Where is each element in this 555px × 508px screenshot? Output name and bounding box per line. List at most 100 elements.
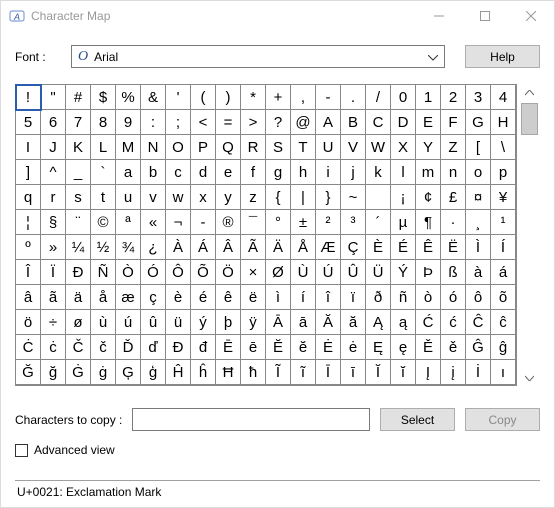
character-cell[interactable]: I	[16, 135, 41, 160]
character-cell[interactable]: Ĉ	[466, 310, 491, 335]
character-cell[interactable]: ¨	[66, 210, 91, 235]
character-cell[interactable]: K	[66, 135, 91, 160]
character-cell[interactable]: ó	[441, 285, 466, 310]
character-cell[interactable]: s	[66, 185, 91, 210]
character-cell[interactable]: :	[141, 110, 166, 135]
character-cell[interactable]: ×	[241, 260, 266, 285]
character-cell[interactable]: ø	[66, 310, 91, 335]
character-cell[interactable]: ¬	[166, 210, 191, 235]
character-cell[interactable]: ï	[341, 285, 366, 310]
character-cell[interactable]: f	[241, 160, 266, 185]
character-cell[interactable]: )	[216, 85, 241, 110]
character-cell[interactable]: Ï	[41, 260, 66, 285]
character-cell[interactable]: P	[191, 135, 216, 160]
character-cell[interactable]: ;	[166, 110, 191, 135]
character-cell[interactable]: ¡	[391, 185, 416, 210]
character-cell[interactable]: e	[216, 160, 241, 185]
scroll-thumb[interactable]	[521, 103, 538, 135]
character-cell[interactable]: *	[241, 85, 266, 110]
character-cell[interactable]: ĉ	[491, 310, 516, 335]
character-cell[interactable]: ą	[391, 310, 416, 335]
character-cell[interactable]: í	[291, 285, 316, 310]
character-cell[interactable]: $	[91, 85, 116, 110]
character-cell[interactable]: Ĩ	[266, 360, 291, 385]
character-cell[interactable]: î	[316, 285, 341, 310]
character-cell[interactable]: ē	[241, 335, 266, 360]
character-cell[interactable]: å	[91, 285, 116, 310]
character-cell[interactable]: G	[466, 110, 491, 135]
character-cell[interactable]: (	[191, 85, 216, 110]
character-cell[interactable]: Ã	[241, 235, 266, 260]
character-cell[interactable]: ^	[41, 160, 66, 185]
character-cell[interactable]: ģ	[141, 360, 166, 385]
scroll-up-icon[interactable]	[521, 84, 538, 101]
character-cell[interactable]: ÿ	[241, 310, 266, 335]
character-cell[interactable]: 7	[66, 110, 91, 135]
copy-button[interactable]: Copy	[465, 408, 540, 431]
scroll-down-icon[interactable]	[521, 369, 538, 386]
character-cell[interactable]: w	[166, 185, 191, 210]
character-cell[interactable]: Ê	[416, 235, 441, 260]
character-cell[interactable]: é	[191, 285, 216, 310]
character-cell[interactable]: N	[141, 135, 166, 160]
character-cell[interactable]: x	[191, 185, 216, 210]
character-cell[interactable]: ]	[16, 160, 41, 185]
character-cell[interactable]: S	[266, 135, 291, 160]
character-cell[interactable]: %	[116, 85, 141, 110]
character-cell[interactable]: Å	[291, 235, 316, 260]
character-cell[interactable]: ¦	[16, 210, 41, 235]
character-cell[interactable]: Į	[416, 360, 441, 385]
character-cell[interactable]: C	[366, 110, 391, 135]
character-cell[interactable]: u	[116, 185, 141, 210]
character-cell[interactable]: B	[341, 110, 366, 135]
character-cell[interactable]: ė	[341, 335, 366, 360]
character-cell[interactable]: 8	[91, 110, 116, 135]
character-cell[interactable]: ?	[266, 110, 291, 135]
character-grid[interactable]: !"#$%&'()*+,-./0123456789:;<=>?@ABCDEFGH…	[15, 84, 517, 386]
character-cell[interactable]: ċ	[41, 335, 66, 360]
character-cell[interactable]: j	[341, 160, 366, 185]
character-cell[interactable]: i	[316, 160, 341, 185]
character-cell[interactable]: \	[491, 135, 516, 160]
character-cell[interactable]: 3	[466, 85, 491, 110]
character-cell[interactable]: Á	[191, 235, 216, 260]
character-cell[interactable]: ½	[91, 235, 116, 260]
character-cell[interactable]: Ð	[66, 260, 91, 285]
character-cell[interactable]: V	[341, 135, 366, 160]
character-cell[interactable]: &	[141, 85, 166, 110]
character-cell[interactable]: _	[66, 160, 91, 185]
character-cell[interactable]: T	[291, 135, 316, 160]
character-cell[interactable]: Ô	[166, 260, 191, 285]
character-cell[interactable]: |	[291, 185, 316, 210]
character-cell[interactable]: `	[91, 160, 116, 185]
character-cell[interactable]: 6	[41, 110, 66, 135]
character-cell[interactable]: k	[366, 160, 391, 185]
character-cell[interactable]: õ	[491, 285, 516, 310]
character-cell[interactable]: p	[491, 160, 516, 185]
character-cell[interactable]: Ċ	[16, 335, 41, 360]
character-cell[interactable]: Ě	[416, 335, 441, 360]
character-cell[interactable]: Ğ	[16, 360, 41, 385]
character-cell[interactable]: ¼	[66, 235, 91, 260]
character-cell[interactable]: Û	[341, 260, 366, 285]
character-cell[interactable]: ë	[241, 285, 266, 310]
character-cell[interactable]: Ä	[266, 235, 291, 260]
maximize-button[interactable]	[462, 1, 508, 31]
character-cell[interactable]: Ē	[216, 335, 241, 360]
character-cell[interactable]: Q	[216, 135, 241, 160]
character-cell[interactable]: Ĕ	[266, 335, 291, 360]
character-cell[interactable]: a	[116, 160, 141, 185]
character-cell[interactable]: 2	[441, 85, 466, 110]
character-cell[interactable]: ©	[91, 210, 116, 235]
character-cell[interactable]: ¢	[416, 185, 441, 210]
character-cell[interactable]: D	[391, 110, 416, 135]
character-cell[interactable]: ¤	[466, 185, 491, 210]
character-cell[interactable]: Ò	[116, 260, 141, 285]
character-cell[interactable]: "	[41, 85, 66, 110]
character-cell[interactable]: q	[16, 185, 41, 210]
character-cell[interactable]: Y	[416, 135, 441, 160]
character-cell[interactable]: É	[391, 235, 416, 260]
character-cell[interactable]: ÷	[41, 310, 66, 335]
character-cell[interactable]: ¥	[491, 185, 516, 210]
character-cell[interactable]: Ì	[466, 235, 491, 260]
